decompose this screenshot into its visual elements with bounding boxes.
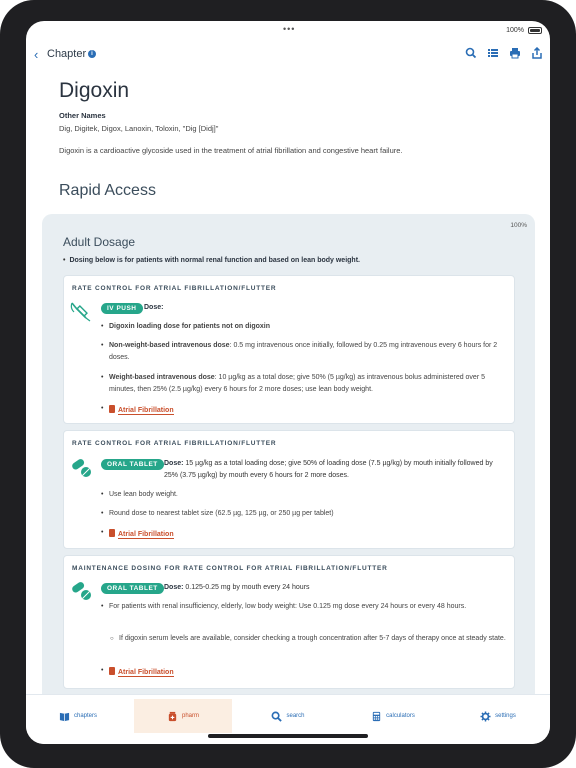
search-icon[interactable] [464,47,478,61]
tab-label: chapters [73,713,97,719]
tab-label: settings [495,713,516,719]
dosing-note: Dosing below is for patients with normal… [63,257,360,264]
print-icon[interactable] [508,47,522,61]
drug-description: Digoxin is a cardioactive glycoside used… [59,146,403,155]
rapid-access-panel: 100% Adult Dosage Dosing below is for pa… [42,214,535,694]
other-names-label: Other Names [59,111,106,120]
route-badge: ORAL TABLET [101,459,164,470]
pill-icon [72,582,91,600]
tab-chapters[interactable]: chapters [29,699,127,733]
dose-text: Dose: 15 µg/kg as a total loading dose; … [164,460,493,479]
nav-bar: ‹ Chapter i [26,44,550,66]
dosing-card: RATE CONTROL FOR ATRIAL FIBRILLATION/FLU… [63,430,515,549]
status-bar: ••• 100% [26,21,550,39]
card-title: MAINTENANCE DOSING FOR RATE CONTROL FOR … [72,565,388,572]
atrial-fibrillation-link[interactable]: Atrial Fibrillation [101,667,174,677]
back-chevron-icon[interactable]: ‹ [34,47,38,62]
list-icon[interactable] [486,47,500,61]
book-icon [109,405,115,413]
multitask-dots[interactable]: ••• [283,24,295,34]
nav-actions [464,46,544,61]
content-scroll[interactable]: Digoxin Other Names Dig, Digitek, Digox,… [26,71,550,694]
book-icon [59,712,70,721]
book-icon [109,529,115,537]
list-item: Weight-based intravenous dose: 10 µg/kg … [101,372,509,396]
screen: ••• 100% ‹ Chapter i Digoxin Other Names… [26,21,550,744]
calculator-icon [372,711,381,721]
syringe-icon [70,302,91,322]
tab-calculators[interactable]: calculators [344,699,442,733]
tab-bar: chapters pharm search calculators settin… [26,694,550,744]
tab-pharm[interactable]: pharm [134,699,232,733]
tab-label: calculators [386,713,415,719]
dosing-card: RATE CONTROL FOR ATRIAL FIBRILLATION/FLU… [63,275,515,424]
tab-label: search [286,713,305,719]
card-title: RATE CONTROL FOR ATRIAL FIBRILLATION/FLU… [72,285,277,292]
battery-icon [528,27,542,34]
share-icon[interactable] [530,46,544,61]
version-label: 100% [510,222,527,229]
list-item: Use lean body weight. [101,489,509,501]
list-item: Non-weight-based intravenous dose: 0.5 m… [101,340,509,364]
pharm-bottle-icon [168,711,177,721]
tab-settings[interactable]: settings [449,699,547,733]
list-item: Round dose to nearest tablet size (62.5 … [101,508,509,520]
other-names: Dig, Digitek, Digox, Lanoxin, Toloxin, "… [59,124,219,133]
search-icon [272,711,283,722]
book-icon [109,667,115,675]
gear-icon [480,710,491,722]
atrial-fibrillation-link[interactable]: Atrial Fibrillation [101,529,174,539]
device-bezel: ••• 100% ‹ Chapter i Digoxin Other Names… [0,0,576,768]
home-indicator[interactable] [208,734,368,738]
dose-label: Dose: [144,304,164,311]
nav-title[interactable]: Chapter [47,48,86,60]
pill-icon [72,459,91,477]
battery-percentage: 100% [506,27,524,34]
dosing-card: MAINTENANCE DOSING FOR RATE CONTROL FOR … [63,555,515,689]
tab-search[interactable]: search [239,699,337,733]
list-item: Digoxin loading dose for patients not on… [101,321,509,333]
info-icon[interactable]: i [88,50,96,58]
section-heading: Rapid Access [59,182,156,199]
tab-label: pharm [181,713,199,719]
route-badge: IV PUSH [101,303,143,314]
sub-list-item: If digoxin serum levels are available, c… [110,633,507,645]
page-title: Digoxin [59,79,130,102]
atrial-fibrillation-link[interactable]: Atrial Fibrillation [101,405,174,415]
route-badge: ORAL TABLET [101,583,164,594]
adult-dosage-heading: Adult Dosage [63,235,136,249]
card-title: RATE CONTROL FOR ATRIAL FIBRILLATION/FLU… [72,440,277,447]
list-item: For patients with renal insufficiency, e… [101,601,509,613]
dose-text: Dose: 0.125-0.25 mg by mouth every 24 ho… [164,584,310,591]
